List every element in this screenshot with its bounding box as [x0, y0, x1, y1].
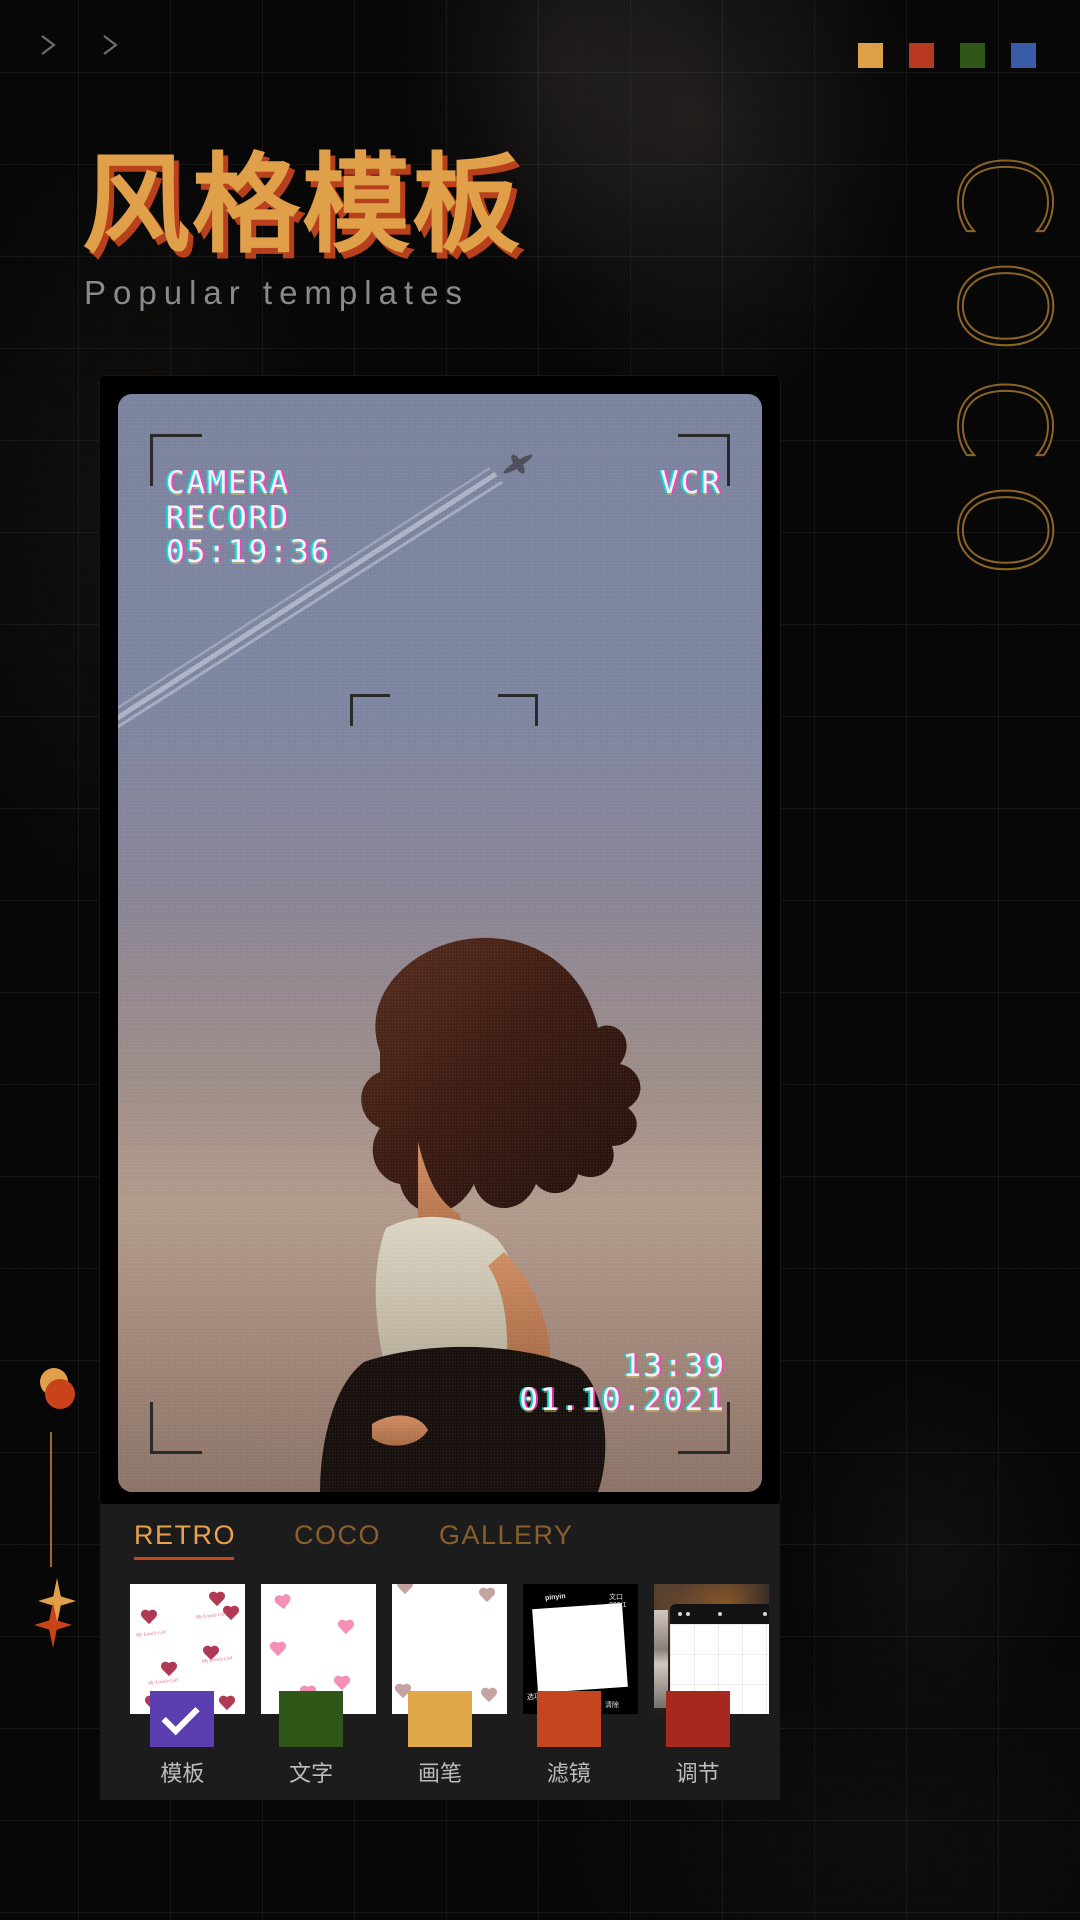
overlay-mode-group: VCR	[660, 466, 722, 501]
tool-bar: 模板 文字 画笔 滤镜 调节	[100, 1691, 780, 1788]
overlay-record-label: RECORD	[166, 499, 290, 536]
tool-filter[interactable]: 滤镜	[516, 1691, 622, 1788]
decorative-line	[50, 1432, 52, 1567]
circle-red	[45, 1379, 75, 1409]
preview-photo: CAMERA RECORD 05:19:36 VCR 13:39 01.10.2…	[118, 394, 762, 1492]
tool-swatch-adjust	[665, 1691, 730, 1747]
swatch-blue[interactable]	[1011, 43, 1036, 68]
preview-card[interactable]: CAMERA RECORD 05:19:36 VCR 13:39 01.10.2…	[100, 376, 780, 1504]
swatch-amber[interactable]	[858, 43, 883, 68]
tool-swatch-template	[150, 1691, 215, 1747]
tool-adjust[interactable]: 调节	[645, 1691, 751, 1788]
tool-label-filter: 滤镜	[546, 1762, 591, 1787]
thumb-brand-label: pinyin	[544, 1592, 566, 1603]
tool-label-brush: 画笔	[417, 1762, 462, 1787]
decorative-sparkles	[28, 1578, 86, 1650]
tab-gallery[interactable]: GALLERY	[439, 1520, 574, 1560]
swatch-red[interactable]	[909, 43, 934, 68]
corner-bracket-bl	[150, 1402, 202, 1454]
sparkle-red-icon	[34, 1602, 72, 1648]
decorative-coco-text: C O C O	[929, 140, 1078, 584]
tool-text[interactable]: 文字	[258, 1691, 364, 1788]
tab-retro[interactable]: RETRO	[134, 1520, 236, 1560]
decorative-circles	[36, 1368, 80, 1420]
swatch-green[interactable]	[960, 43, 985, 68]
overlay-camera-label: CAMERA	[166, 465, 290, 501]
tool-label-template: 模板	[160, 1762, 205, 1787]
page-subtitle: Popular templates	[84, 274, 469, 311]
tool-swatch-brush	[407, 1691, 472, 1747]
tool-template[interactable]: 模板	[129, 1691, 235, 1788]
tab-coco[interactable]: COCO	[294, 1520, 381, 1560]
thumb-topright-label: 文口	[609, 1594, 623, 1601]
tool-brush[interactable]: 画笔	[387, 1691, 493, 1788]
focus-bracket-left	[350, 694, 390, 726]
overlay-status-group: CAMERA RECORD 05:19:36	[166, 466, 331, 570]
rotated-frame	[532, 1602, 628, 1694]
ghost-letter: O	[929, 255, 1078, 356]
app-screen: 风格模板 Popular templates C O C O CAMERA RE…	[0, 0, 1080, 1920]
thumb-count-label: 890/1	[609, 1602, 627, 1609]
phone-top-bar	[670, 1604, 769, 1624]
chevron-group	[36, 32, 124, 58]
tool-label-text: 文字	[289, 1762, 334, 1787]
overlay-clock: 13:39	[622, 1347, 726, 1384]
ghost-letter: C	[929, 373, 1078, 463]
check-icon	[161, 1697, 201, 1736]
sparkle-amber-icon	[38, 1578, 76, 1624]
focus-bracket-right	[498, 694, 538, 726]
chevron-right-icon[interactable]	[98, 32, 124, 58]
ghost-letter: C	[929, 149, 1078, 239]
overlay-record-time: 05:19:36	[166, 534, 332, 571]
thumb-caption: My Lovely Girl	[147, 1678, 179, 1687]
editor-panel: RETRO COCO GALLERY My Lovely Girl My Lov…	[100, 1504, 780, 1800]
tool-swatch-filter	[536, 1691, 601, 1747]
thumb-caption: My Lovely Girl	[135, 1630, 167, 1639]
tool-label-adjust: 调节	[675, 1762, 720, 1787]
overlay-timestamp-group: 13:39 01.10.2021	[519, 1347, 726, 1419]
palette-swatches	[858, 43, 1036, 68]
overlay-mode-label: VCR	[660, 465, 722, 501]
template-tabs: RETRO COCO GALLERY	[134, 1520, 574, 1560]
ghost-letter: O	[929, 479, 1078, 580]
page-title: 风格模板	[82, 143, 523, 268]
overlay-date: 01.10.2021	[519, 1382, 726, 1419]
chevron-right-icon[interactable]	[36, 32, 62, 58]
tool-swatch-text	[279, 1691, 344, 1747]
